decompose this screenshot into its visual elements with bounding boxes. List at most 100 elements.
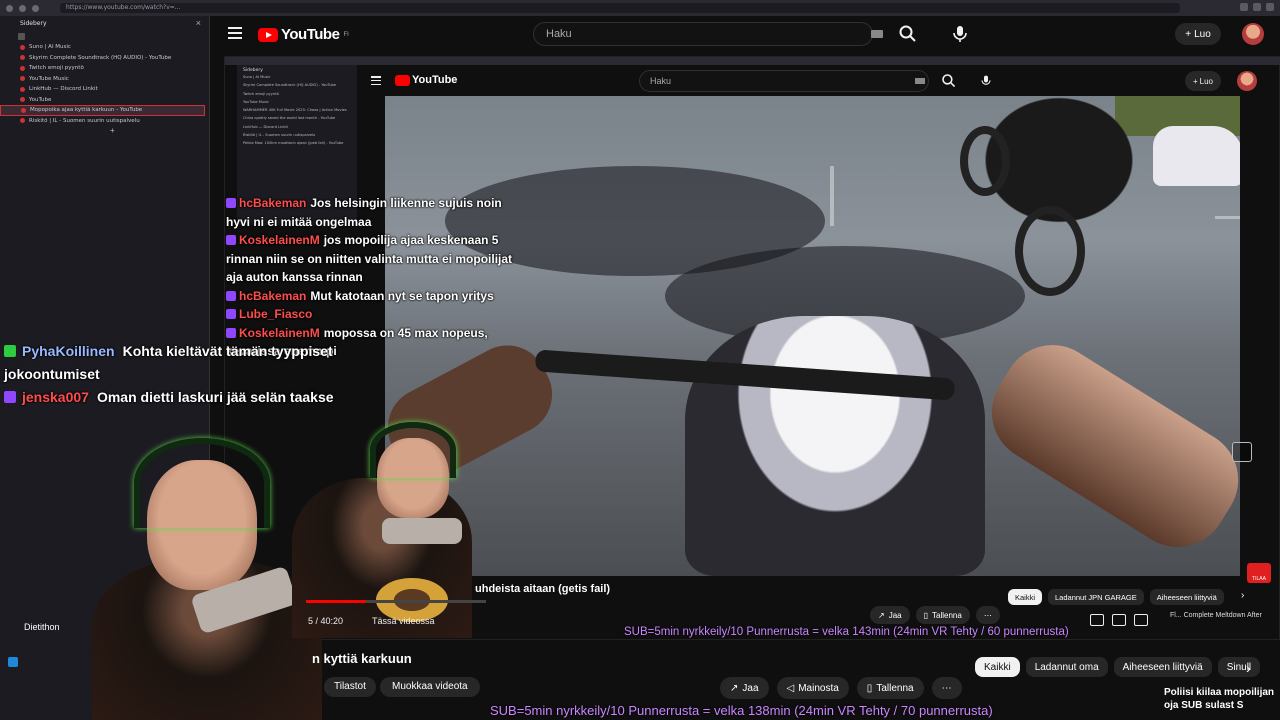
filter-chip[interactable]: Aiheeseen liittyviä xyxy=(1113,657,1212,677)
sidebery-tab[interactable]: Mopopoika ajaa kyttiä karkuun - YouTube xyxy=(0,105,205,116)
fullscreen-icon[interactable] xyxy=(1134,614,1148,626)
reload-icon[interactable] xyxy=(32,4,39,12)
favicon-icon xyxy=(20,86,25,92)
chat-username: KoskelainenM xyxy=(239,325,320,340)
youtube-play-icon xyxy=(258,27,278,42)
nested-progress-bar[interactable] xyxy=(306,600,486,603)
nested-sidebery-tab[interactable]: Skyrim Complete Soundtrack (HQ AUDIO) - … xyxy=(237,83,357,91)
sidebery-tab[interactable]: Twitch emoji pyyntö xyxy=(0,63,209,74)
white-car xyxy=(1153,126,1240,186)
sidebery-tab-label: Skyrim Complete Soundtrack (HQ AUDIO) - … xyxy=(29,54,172,61)
chat-overlay-large: PyhaKoillinen Kohta kieltävät tämän tyypp… xyxy=(4,340,364,409)
nested-youtube-header: YouTube Haku + Luo xyxy=(357,65,1280,97)
sidebery-tab-label: Riskitö | IL - Suomen suurin uutispalvel… xyxy=(29,117,140,124)
avatar[interactable] xyxy=(1237,71,1257,91)
player-controls xyxy=(1090,614,1148,626)
more-button[interactable]: ⋯ xyxy=(975,606,1000,624)
filter-chip[interactable]: Ladannut JPN GARAGE xyxy=(1048,589,1144,605)
chat-username: Lube_Fiasco xyxy=(239,307,313,321)
more-button[interactable]: ⋯ xyxy=(931,677,962,699)
nested-time: 5 / 40:20 xyxy=(308,616,344,626)
sidebery-tab[interactable]: YouTube xyxy=(0,95,209,106)
save-button[interactable]: ▯ Tallenna xyxy=(915,606,970,624)
keyboard-icon[interactable] xyxy=(871,30,883,38)
filter-chip[interactable]: Ladannut oma xyxy=(1025,657,1108,677)
stats-button[interactable]: Tilastot xyxy=(324,677,376,697)
wheel xyxy=(960,126,1010,196)
sidebery-tab-label: Twitch emoji pyyntö xyxy=(29,65,84,72)
hamburger-menu-icon[interactable] xyxy=(371,76,381,86)
nested-search-input[interactable]: Haku xyxy=(639,70,929,92)
badge-icon xyxy=(226,290,236,301)
edit-video-button[interactable]: Muokkaa videota xyxy=(380,677,480,697)
sidebery-tab[interactable]: Suno | AI Music xyxy=(0,42,209,53)
nested-sidebery-tab[interactable]: Twitch emoji pyyntö xyxy=(237,92,357,100)
miniplayer-icon[interactable] xyxy=(1232,442,1252,462)
filter-chip[interactable]: Aiheeseen liittyviä xyxy=(1149,589,1224,605)
sidebery-tab[interactable]: Skyrim Complete Soundtrack (HQ AUDIO) - … xyxy=(0,53,209,64)
sidebery-tab-label: Suno | AI Music xyxy=(29,44,71,51)
favicon-icon xyxy=(20,65,25,71)
sidebery-tab[interactable]: LinkHub — Discord Linkit xyxy=(0,84,209,95)
share-button[interactable]: ↗ Jaa xyxy=(870,606,910,624)
sub-goal-text-top: SUB=5min nyrkkeily/10 Punnerrusta = velk… xyxy=(624,626,1069,638)
chat-message: Lube_Fiasco xyxy=(226,305,516,324)
youtube-logo[interactable]: YouTube xyxy=(395,74,457,86)
chevron-right-icon[interactable]: › xyxy=(1241,590,1244,601)
sidebery-tab-label: Mopopoika ajaa kyttiä karkuun - YouTube xyxy=(30,107,143,114)
end-card[interactable]: Fl... Complete Meltdown After xyxy=(1170,612,1262,620)
sidebery-tab[interactable]: YouTube Music xyxy=(0,74,209,85)
url-bar[interactable]: https://www.youtube.com/watch?v=... xyxy=(60,3,1180,13)
search-icon[interactable] xyxy=(898,24,918,44)
create-button[interactable]: + Luo xyxy=(1185,71,1221,91)
sidebery-tab-label: YouTube Music xyxy=(29,75,69,82)
save-button[interactable]: ▯ Tallenna xyxy=(856,677,924,699)
avatar[interactable] xyxy=(1242,23,1264,45)
nested-action-bar: ↗ Jaa ▯ Tallenna ⋯ xyxy=(870,606,1000,624)
search-input[interactable]: Haku xyxy=(533,22,873,46)
in-this-video-label[interactable]: Tässä videossa xyxy=(372,616,435,626)
sidebery-toolbar xyxy=(0,30,209,42)
new-tab-icon[interactable]: + xyxy=(0,126,209,135)
nested-sidebery-tab[interactable]: Suno | AI Music xyxy=(237,75,357,83)
settings-icon[interactable] xyxy=(1090,614,1104,626)
sidebery-tab-label: YouTube xyxy=(29,96,52,103)
nested-sidebery-tab[interactable]: LinkHub — Discord Linkit xyxy=(237,125,357,133)
share-button[interactable]: ↗ Jaa xyxy=(720,677,769,699)
create-button[interactable]: + Luo xyxy=(1175,23,1221,45)
sidebery-tab[interactable]: Riskitö | IL - Suomen suurin uutispalvel… xyxy=(0,116,209,127)
close-icon[interactable]: × xyxy=(196,18,201,28)
chevron-right-icon[interactable]: › xyxy=(1246,660,1251,676)
hamburger-menu-icon[interactable] xyxy=(228,27,242,39)
chat-username: hcBakeman xyxy=(239,196,307,210)
captions-icon[interactable] xyxy=(1112,614,1126,626)
rider-arm xyxy=(972,326,1240,566)
extension-icon[interactable] xyxy=(1240,3,1248,11)
screen: https://www.youtube.com/watch?v=... Side… xyxy=(0,0,1280,720)
panel-icon[interactable] xyxy=(18,32,25,40)
search-icon[interactable] xyxy=(941,73,957,89)
chat-message: hcBakeman Jos helsingin liikenne sujuis n… xyxy=(226,194,516,231)
nested-sidebery-tab[interactable]: YouTube Music xyxy=(237,100,357,108)
nested-sidebery-tab[interactable]: WARHAMMER 40K Full Movie 2025: Chaos | A… xyxy=(237,108,357,116)
extension-icon[interactable] xyxy=(1253,3,1261,11)
youtube-logo[interactable]: YouTube FI xyxy=(258,26,349,43)
microphone xyxy=(382,518,462,544)
filter-chip[interactable]: Kaikki xyxy=(1008,589,1043,605)
promote-button[interactable]: ◁ Mainosta xyxy=(776,677,849,699)
menu-icon[interactable] xyxy=(1266,3,1274,11)
microphone-icon[interactable] xyxy=(948,22,972,46)
back-icon[interactable] xyxy=(6,4,13,12)
filter-chip[interactable]: Kaikki xyxy=(975,657,1020,677)
forward-icon[interactable] xyxy=(19,4,26,12)
megaphone-icon: ◁ xyxy=(786,682,795,694)
chip-bar: Kaikki Ladannut oma Aiheeseen liittyviä Sin… xyxy=(975,657,1261,677)
sidebery-tab-label: LinkHub — Discord Linkit xyxy=(29,86,98,93)
filter-chip[interactable]: Sinull xyxy=(1217,657,1261,677)
microphone-icon[interactable] xyxy=(978,73,994,89)
nested-sidebery-tab[interactable]: Pekka Maa: 100km moottorin ajaan (jpeb f… xyxy=(237,141,357,149)
keyboard-icon[interactable] xyxy=(915,78,925,84)
nested-sidebery-tab[interactable]: China quietly saved the world last month… xyxy=(237,116,357,124)
nested-sidebery-tab[interactable]: Riskitö | IL - Suomen suurin uutispalvel… xyxy=(237,133,357,141)
info-icon xyxy=(8,657,18,667)
